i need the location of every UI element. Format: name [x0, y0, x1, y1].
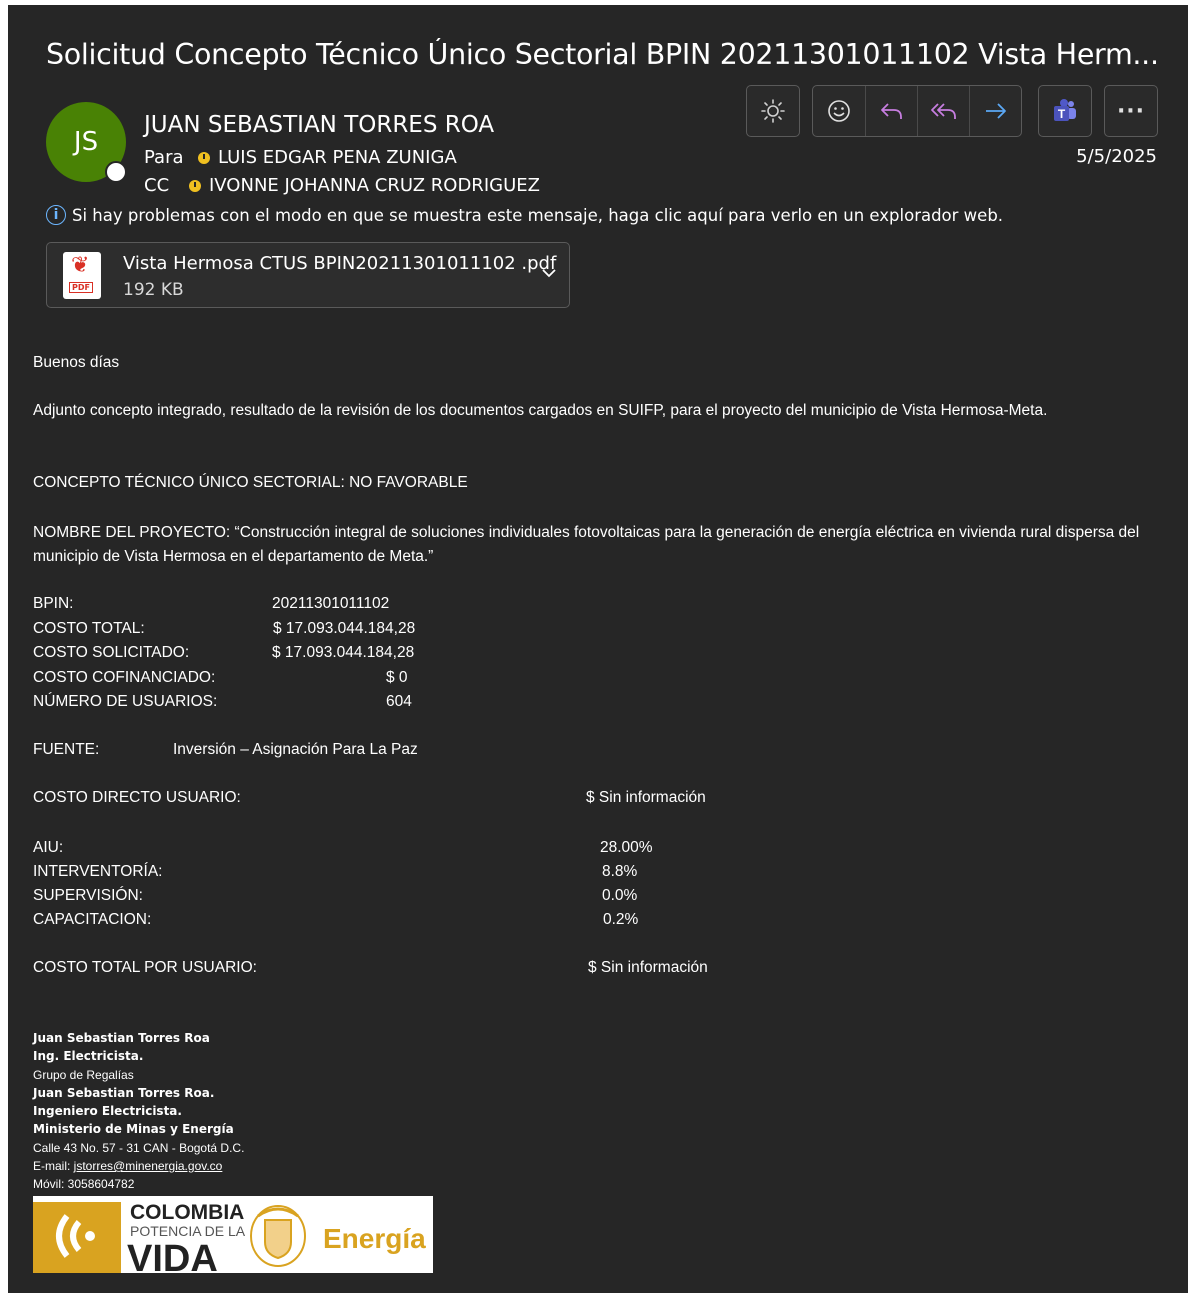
presence-status-icon [105, 161, 127, 183]
signature-mobile: Móvil: 3058604782 [33, 1177, 135, 1192]
toolbar-actions [812, 85, 1022, 137]
to-recipient[interactable]: LUIS EDGAR PENA ZUNIGA [218, 147, 457, 168]
reply-all-button[interactable] [917, 86, 969, 136]
field-label: COSTO TOTAL: [33, 620, 145, 637]
ministry-logo: COLOMBIA POTENCIA DE LA VIDA Energía [33, 1196, 433, 1280]
greeting: Buenos días [33, 354, 120, 371]
more-actions-button[interactable]: ··· [1105, 86, 1157, 136]
to-recipients-row: Para LUIS EDGAR PENA ZUNIGA [144, 147, 457, 168]
to-label: Para [144, 147, 184, 168]
field-value: 20211301011102 [272, 595, 390, 612]
percentage-label: CAPACITACION: [33, 911, 152, 928]
signature-email-row: E-mail: jstorres@minenergia.gov.co [33, 1157, 244, 1175]
field-value: 604 [386, 693, 412, 710]
field-row: BPIN: [33, 595, 73, 613]
fuente-value: Inversión – Asignación Para La Paz [173, 741, 418, 758]
pdf-type-label: PDF [69, 282, 93, 293]
react-button[interactable] [813, 86, 865, 136]
brightness-icon [761, 99, 785, 123]
colombia-potencia-vida-logo: COLOMBIA POTENCIA DE LA VIDA Energía [33, 1201, 426, 1280]
logo-colombia: COLOMBIA [130, 1201, 244, 1224]
signature-name-2: Juan Sebastian Torres Roa. [33, 1085, 215, 1100]
signature: Juan Sebastian Torres Roa Ing. Electrici… [33, 1029, 244, 1194]
field-label: COSTO COFINANCIADO: [33, 669, 216, 686]
info-icon: i [46, 205, 66, 225]
fuente-label: FUENTE: [33, 741, 100, 758]
signature-group: Grupo de Regalías [33, 1067, 134, 1082]
reply-all-icon [930, 103, 956, 119]
intro-paragraph: Adjunto concepto integrado, resultado de… [33, 402, 1048, 419]
costo-total-usuario-label: COSTO TOTAL POR USUARIO: [33, 959, 257, 976]
percentage-value: 28.00% [600, 839, 653, 856]
cc-recipients-row: CC IVONNE JOHANNA CRUZ RODRIGUEZ [144, 175, 540, 196]
email-subject: Solicitud Concepto Técnico Único Sectori… [46, 38, 1156, 71]
status-away-icon [189, 179, 201, 192]
logo-potencia: POTENCIA DE LA [130, 1223, 246, 1239]
view-in-browser-text[interactable]: Si hay problemas con el modo en que se m… [72, 206, 1003, 225]
avatar-initials: JS [73, 127, 99, 157]
logo-energia: Energía [323, 1223, 426, 1254]
field-row: COSTO TOTAL: [33, 620, 145, 638]
toolbar-teams: T [1038, 85, 1092, 137]
more-icon: ··· [1116, 98, 1146, 124]
percentage-value: 0.0% [602, 887, 638, 904]
field-label: COSTO SOLICITADO: [33, 644, 190, 661]
chevron-down-icon[interactable] [541, 263, 557, 284]
toolbar-view [746, 85, 800, 137]
coat-of-arms-icon [250, 1205, 306, 1267]
attachment-size: 192 KB [123, 280, 184, 300]
percentage-label: AIU: [33, 839, 64, 856]
costo-directo-value: $ Sin información [586, 789, 706, 806]
attachment-name[interactable]: Vista Hermosa CTUS BPIN20211301011102 .p… [123, 253, 556, 274]
signature-organization: Ministerio de Minas y Energía [33, 1122, 234, 1137]
field-label: BPIN: [33, 595, 74, 612]
field-value: $ 17.093.044.184,28 [272, 644, 415, 661]
status-away-icon [198, 151, 210, 164]
signature-title-2: Ingeniero Electricista. [33, 1104, 182, 1119]
email-reading-pane: Solicitud Concepto Técnico Único Sectori… [8, 5, 1188, 1293]
toolbar-more: ··· [1104, 85, 1158, 137]
sender-name[interactable]: JUAN SEBASTIAN TORRES ROA [144, 112, 494, 138]
brightness-toggle-button[interactable] [747, 86, 799, 136]
view-in-browser-notice[interactable]: i Si hay problemas con el modo en que se… [46, 205, 1003, 225]
signature-address: Calle 43 No. 57 - 31 CAN - Bogotá D.C. [33, 1140, 245, 1155]
costo-directo-label: COSTO DIRECTO USUARIO: [33, 789, 241, 806]
pdf-file-icon: ❦ PDF [63, 252, 101, 299]
percentage-label: SUPERVISIÓN: [33, 887, 143, 904]
forward-button[interactable] [969, 86, 1021, 136]
field-label: NÚMERO DE USUARIOS: [33, 693, 218, 710]
field-row: NÚMERO DE USUARIOS: [33, 693, 217, 711]
signature-email-label: E-mail: [33, 1159, 74, 1174]
logo-vida: VIDA [127, 1238, 218, 1273]
project-name: NOMBRE DEL PROYECTO: “Construcción integ… [33, 524, 1140, 565]
reply-button[interactable] [865, 86, 917, 136]
forward-icon [985, 103, 1006, 119]
emoji-icon [828, 100, 850, 122]
email-date: 5/5/2025 [1076, 146, 1157, 167]
costo-total-usuario-value: $ Sin información [588, 959, 708, 976]
cc-label: CC [144, 175, 170, 196]
attachment-card[interactable]: ❦ PDF Vista Hermosa CTUS BPIN20211301011… [46, 242, 570, 308]
percentage-label: INTERVENTORÍA: [33, 863, 163, 880]
concept-result: CONCEPTO TÉCNICO ÚNICO SECTORIAL: NO FAV… [33, 474, 468, 491]
teams-icon: T [1054, 99, 1076, 121]
percentage-value: 8.8% [602, 863, 638, 880]
signature-title: Ing. Electricista. [33, 1049, 144, 1064]
svg-text:T: T [1058, 107, 1066, 121]
signature-email-link[interactable]: jstorres@minenergia.gov.co [74, 1159, 223, 1173]
field-value: $ 17.093.044.184,28 [273, 620, 416, 637]
field-value: $ 0 [386, 669, 408, 686]
cc-recipient[interactable]: IVONNE JOHANNA CRUZ RODRIGUEZ [209, 175, 540, 196]
reply-icon [880, 103, 902, 119]
field-row: COSTO SOLICITADO: [33, 644, 189, 662]
field-row: COSTO COFINANCIADO: [33, 669, 215, 687]
signature-name: Juan Sebastian Torres Roa [33, 1031, 210, 1045]
teams-button[interactable]: T [1039, 86, 1091, 136]
percentage-value: 0.2% [603, 911, 639, 928]
